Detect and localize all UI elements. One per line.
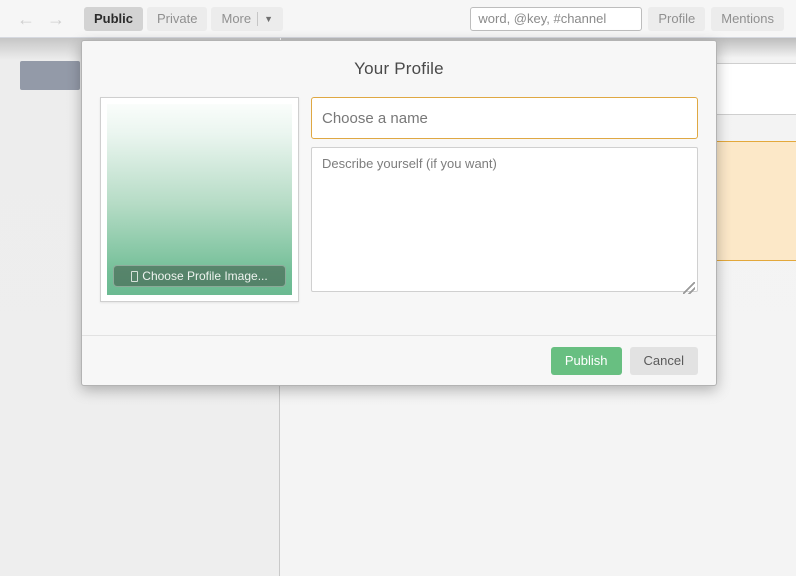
- profile-fields: [311, 97, 698, 302]
- top-toolbar: ← → Public Private More ▼ Profile Mentio…: [0, 0, 796, 38]
- app-window: ← → Public Private More ▼ Profile Mentio…: [0, 0, 796, 576]
- profile-button[interactable]: Profile: [648, 6, 706, 31]
- back-icon[interactable]: ←: [14, 7, 38, 31]
- navigation-arrows: ← →: [0, 7, 68, 31]
- modal-body: Choose Profile Image...: [82, 97, 716, 302]
- mentions-button[interactable]: Mentions: [711, 6, 784, 31]
- more-label: More: [221, 11, 252, 26]
- description-textarea[interactable]: [311, 147, 698, 292]
- textarea-resize-grip-icon[interactable]: [683, 282, 695, 294]
- name-input[interactable]: [311, 97, 698, 139]
- modal-footer: Publish Cancel: [82, 335, 716, 385]
- choose-profile-image-button[interactable]: Choose Profile Image...: [113, 265, 286, 287]
- toolbar-right-group: Profile Mentions: [470, 6, 796, 31]
- description-wrapper: [311, 147, 698, 297]
- profile-image-frame: Choose Profile Image...: [100, 97, 299, 302]
- profile-modal: Your Profile Choose Profile Image... Cho…: [81, 40, 717, 386]
- forward-icon[interactable]: →: [44, 7, 68, 31]
- view-tabs: Public Private More ▼: [84, 6, 284, 31]
- more-dropdown-button[interactable]: More ▼: [211, 6, 284, 31]
- choose-profile-image-label: Choose Profile Image...: [142, 269, 268, 283]
- search-input[interactable]: [470, 6, 643, 31]
- chevron-down-icon: ▼: [264, 13, 274, 24]
- background-notice-box: or }-: [714, 141, 796, 261]
- tab-public[interactable]: Public: [84, 6, 144, 31]
- sidebar-item-selected[interactable]: [20, 61, 80, 90]
- cancel-button[interactable]: Cancel: [629, 346, 698, 375]
- missing-glyph-icon: [131, 270, 139, 282]
- background-textarea[interactable]: [714, 63, 796, 115]
- profile-image-preview: Choose Profile Image...: [107, 104, 292, 295]
- tab-private[interactable]: Private: [147, 6, 208, 31]
- split-separator: [257, 11, 259, 26]
- modal-title: Your Profile: [354, 59, 444, 78]
- publish-button[interactable]: Publish: [550, 346, 622, 375]
